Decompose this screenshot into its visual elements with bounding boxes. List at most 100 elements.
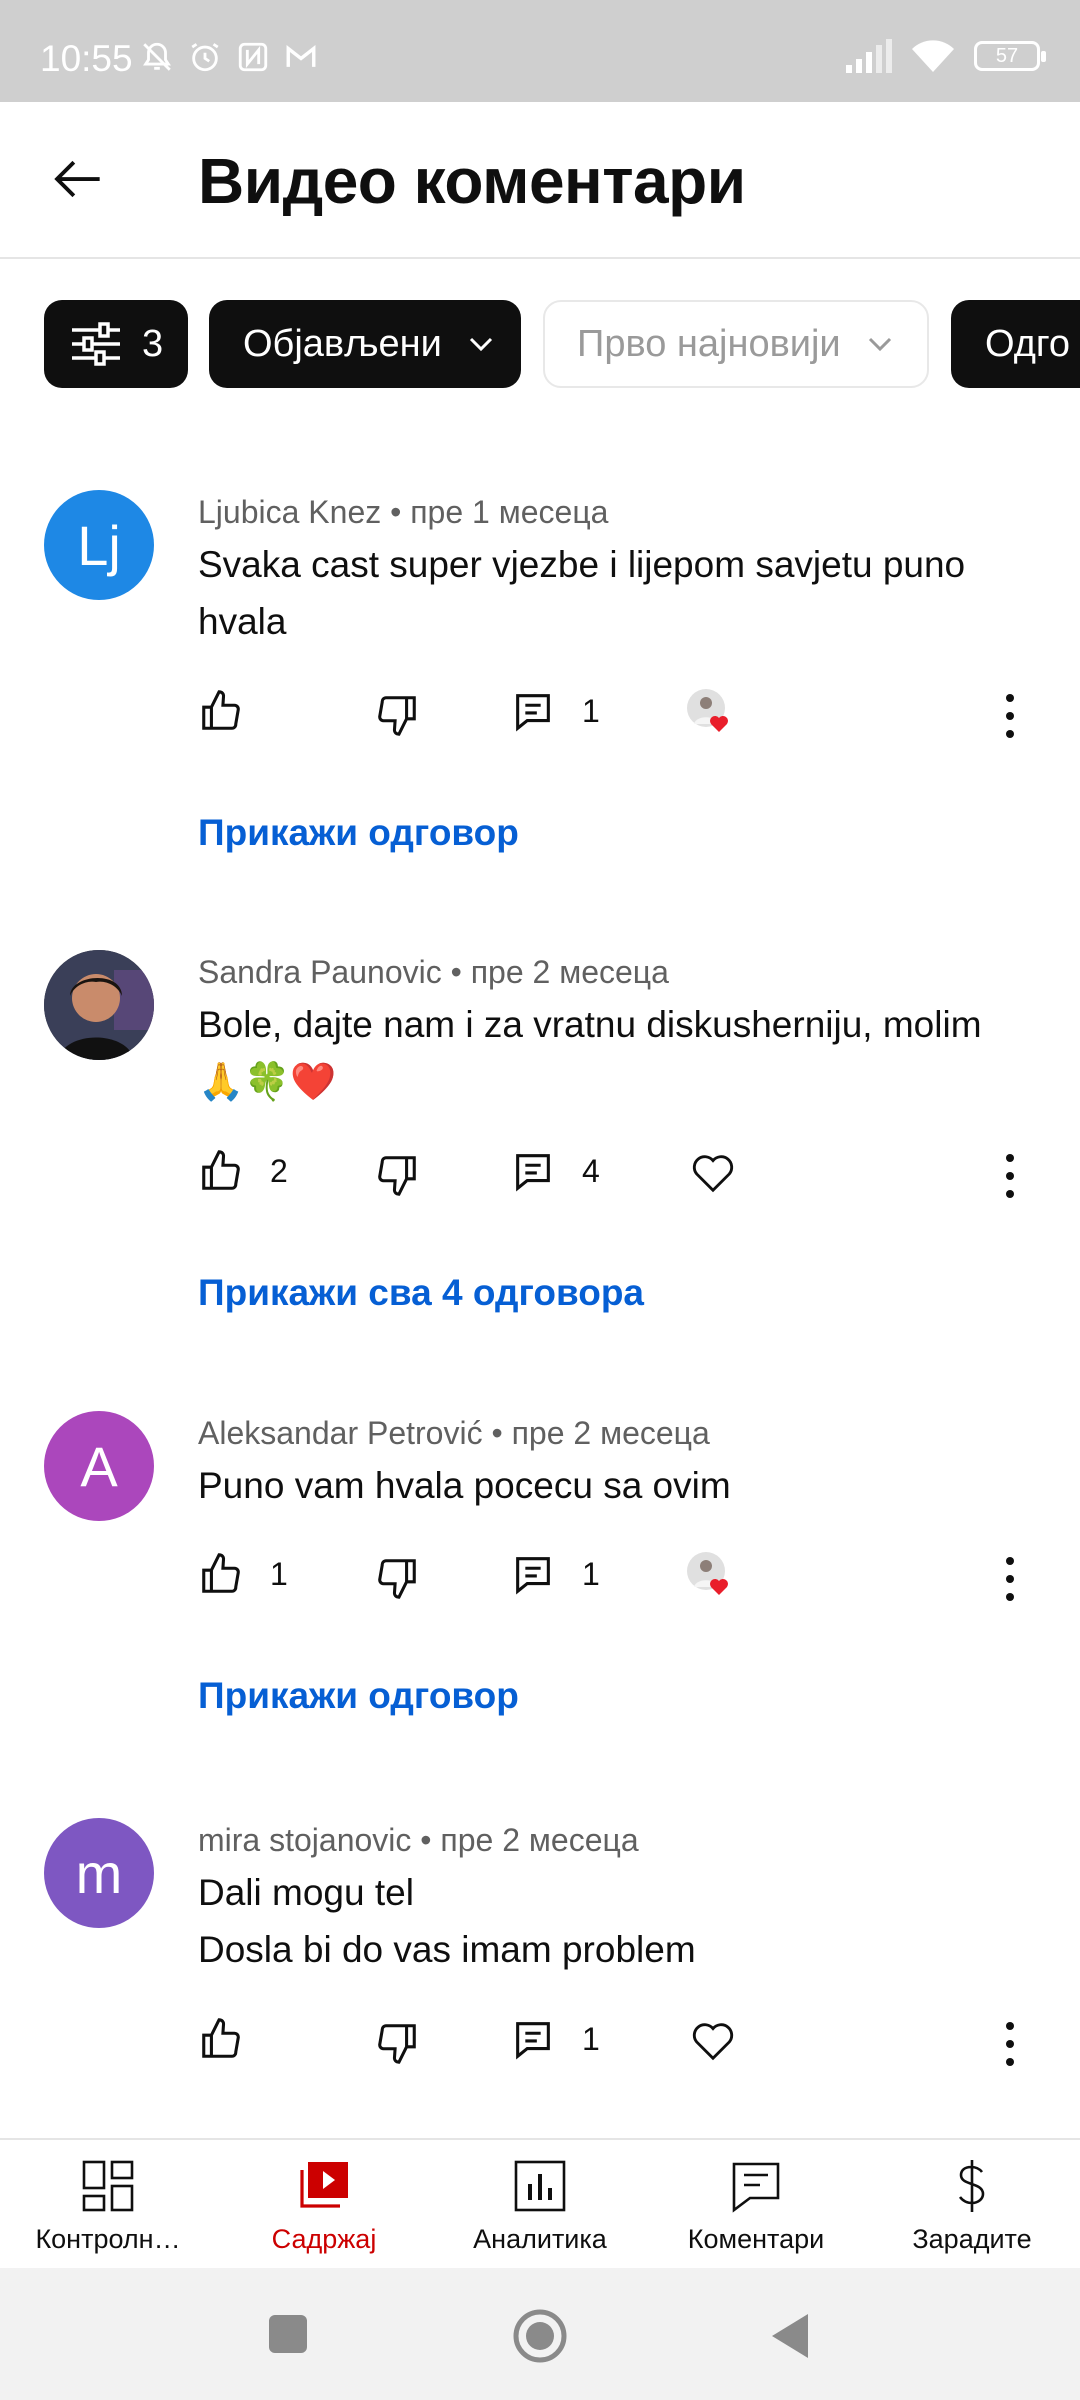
nav-item-dashboard[interactable]: Контролн… [0,2140,216,2270]
status-filter-chip[interactable]: Објављени [209,300,521,388]
wifi-icon [912,40,954,72]
nav-label: Аналитика [473,2224,607,2254]
comment-time: пре 2 месеца [511,1415,710,1451]
avatar[interactable]: Lj [44,490,154,600]
status-bar: 10:55 57 [0,0,1080,102]
signal-icon [846,39,892,73]
status-time: 10:55 [40,38,133,79]
back-arrow-icon[interactable] [48,148,110,210]
dislike-button[interactable] [374,2020,420,2066]
comment-text: Puno vam hvala pocecu sa ovim [198,1465,731,1506]
battery-level: 57 [995,45,1019,67]
status-filter-label: Објављени [243,322,442,365]
status-icons-left [140,40,318,74]
comment-meta: Aleksandar Petrović • пре 2 месеца [198,1415,710,1452]
comment-text: Svaka cast super vjezbe i lijepom savjet… [198,544,966,642]
filter-chips: 3 Објављени Прво најновији Одго [0,300,1080,390]
thumb-down-icon [378,1156,416,1196]
home-icon[interactable] [512,2308,568,2364]
profile-photo [44,950,154,1060]
analytics-icon [514,2160,566,2212]
like-count: 1 [270,1555,288,1592]
comment-text: Bole, dajte nam i za vratnu diskushernij… [198,1004,982,1102]
nav-label: Контролн… [35,2224,181,2254]
chevron-down-icon [868,337,891,352]
recents-icon[interactable] [268,2314,308,2354]
comment-meta: Ljubica Knez • пре 1 месеца [198,494,608,531]
comment-icon [516,2022,550,2060]
comments-icon [732,2162,780,2213]
reply-count: 1 [582,1555,600,1592]
like-count: 2 [270,1152,288,1189]
avatar[interactable]: A [44,1411,154,1521]
reply-button[interactable]: 1 [510,1551,600,1597]
comment-time: пре 2 месеца [440,1822,639,1858]
show-replies-link[interactable]: Прикажи одговор [198,1675,519,1717]
show-replies-link[interactable]: Прикажи одговор [198,812,519,854]
thumb-up-icon [202,1150,240,1190]
heart-outline-icon[interactable] [690,1150,736,1196]
comment-author[interactable]: Sandra Paunovic [198,954,442,990]
reply-button[interactable]: 1 [510,688,600,734]
reply-button[interactable]: 4 [510,1148,600,1194]
nav-item-comments[interactable]: Коментари [648,2140,864,2270]
creator-heart-icon[interactable] [686,1551,732,1597]
avatar[interactable] [44,950,154,1060]
reply-button[interactable]: 1 [510,2016,600,2062]
meta-separator: • [491,1415,503,1451]
thumb-up-icon [202,2018,240,2058]
sort-filter-label: Прво најновији [577,322,841,365]
reply-filter-label: Одго [985,322,1071,365]
more-vert-icon[interactable] [990,1553,1030,1605]
meta-separator: • [420,1822,432,1858]
nav-label: Коментари [687,2224,825,2254]
filter-count: 3 [142,322,164,365]
creator-heart-icon[interactable] [686,688,732,734]
more-vert-icon[interactable] [990,2018,1030,2070]
more-vert-icon[interactable] [990,1150,1030,1202]
reply-count: 4 [582,1152,600,1189]
more-vert-icon[interactable] [990,690,1030,742]
like-button[interactable]: 2 [198,1148,288,1194]
comment-author[interactable]: Ljubica Knez [198,494,381,530]
nav-item-analytics[interactable]: Аналитика [432,2140,648,2270]
earn-icon [958,2160,985,2212]
sort-filter-chip[interactable]: Прво најновији [543,300,929,388]
reply-filter-chip[interactable]: Одго [951,300,1080,388]
meta-separator: • [390,494,402,530]
nfc-icon [238,42,268,72]
like-button[interactable] [198,2016,244,2062]
like-button[interactable] [198,688,244,734]
nav-item-content[interactable]: Садржај [216,2140,432,2270]
show-replies-link[interactable]: Прикажи сва 4 одговора [198,1272,644,1314]
nav-label: Зарадите [912,2224,1032,2254]
comment-icon [516,1557,550,1595]
nav-item-earn[interactable]: Зарадите [864,2140,1080,2270]
comment-time: пре 1 месеца [410,494,609,530]
tune-icon [72,322,120,366]
comment-author[interactable]: Aleksandar Petrović [198,1415,483,1451]
comment-meta: mira stojanovic • пре 2 месеца [198,1822,639,1859]
heart-outline-icon[interactable] [690,2018,736,2064]
comment-author[interactable]: mira stojanovic [198,1822,411,1858]
thumb-up-icon [202,690,240,730]
comment-time: пре 2 месеца [470,954,669,990]
avatar[interactable]: m [44,1818,154,1928]
comment-meta: Sandra Paunovic • пре 2 месеца [198,954,669,991]
comment-text: Dali mogu tel Dosla bi do vas imam probl… [198,1872,696,1970]
reply-count: 1 [582,692,600,729]
comment-icon [516,694,550,732]
nav-label: Садржај [271,2224,377,2254]
dashboard-icon [82,2160,134,2212]
dislike-button[interactable] [374,692,420,738]
dislike-button[interactable] [374,1555,420,1601]
comment-icon [516,1154,550,1192]
meta-separator: • [450,954,462,990]
dislike-button[interactable] [374,1152,420,1198]
bottom-navigation: Контролн… Садржај Аналитика Коментари За… [0,2138,1080,2270]
content-icon [300,2162,348,2208]
alarm-icon [191,43,219,72]
like-button[interactable]: 1 [198,1551,288,1597]
back-icon[interactable] [770,2312,810,2360]
filter-settings-chip[interactable]: 3 [44,300,188,388]
